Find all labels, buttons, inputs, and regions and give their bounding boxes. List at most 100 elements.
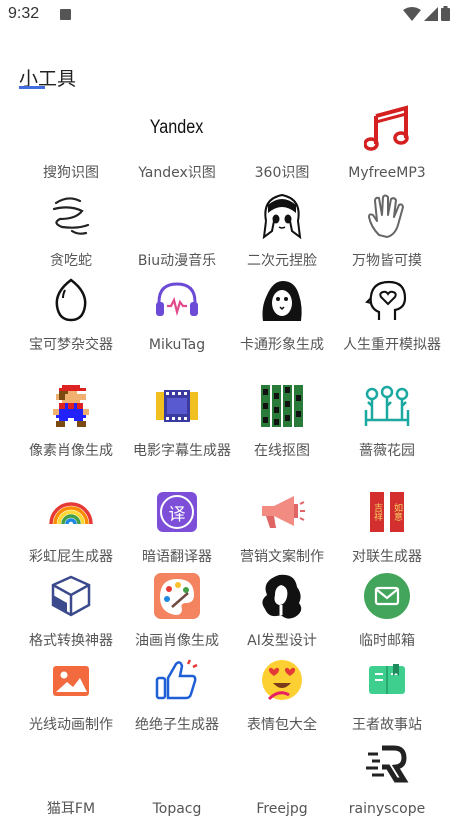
tool-topacg[interactable]: Topacg xyxy=(119,738,235,820)
tool-oil-painting[interactable]: 油画肖像生成 xyxy=(119,570,235,652)
pixel-mario-icon xyxy=(45,380,97,432)
topacg-icon xyxy=(151,738,203,790)
status-time: 9:32 xyxy=(8,5,40,22)
image-icon xyxy=(45,654,97,706)
couplet-icon: 吉祥 如意 xyxy=(361,486,413,538)
yandex-logo-text: Yandex xyxy=(150,117,204,138)
tool-maoer-fm[interactable]: 猫耳FM xyxy=(13,738,129,820)
tool-yandex[interactable]: Yandex Yandex识图 xyxy=(119,102,235,184)
tool-label: 卡通形象生成 xyxy=(240,337,324,353)
tool-label: 二次元捏脸 xyxy=(247,253,317,269)
rainyscope-icon xyxy=(361,738,413,790)
tool-rainbow[interactable]: 彩虹屁生成器 xyxy=(13,486,129,568)
tool-label: 油画肖像生成 xyxy=(135,633,219,649)
tool-label: 电影字幕生成器 xyxy=(133,443,231,459)
tool-cutout[interactable]: 在线抠图 xyxy=(224,380,340,462)
freejpg-icon xyxy=(256,738,308,790)
tool-secret-translate[interactable]: 译 暗语翻译器 xyxy=(119,486,235,568)
tool-label: 表情包大全 xyxy=(247,717,317,733)
thumbs-up-icon xyxy=(151,654,203,706)
tool-label: 蔷薇花园 xyxy=(359,443,415,459)
tool-king-story[interactable]: 王者故事站 xyxy=(329,654,445,736)
hairstyle-icon xyxy=(256,570,308,622)
tool-label: 贪吃蛇 xyxy=(50,253,92,269)
status-bar: 9:32 xyxy=(0,0,459,30)
tool-label: Biu动漫音乐 xyxy=(137,253,217,269)
tool-anime-face[interactable]: 二次元捏脸 xyxy=(224,190,340,272)
anime-music-icon xyxy=(151,190,203,242)
couplet-right: 如意 xyxy=(390,492,404,532)
title-underline xyxy=(19,86,45,89)
cartoon-ghost-icon xyxy=(256,274,308,326)
tool-sogou[interactable]: 搜狗识图 xyxy=(13,102,129,184)
tool-label: 王者故事站 xyxy=(352,717,422,733)
translate-glyph: 译 xyxy=(160,495,194,529)
tool-myfreemp3[interactable]: MyfreeMP3 xyxy=(329,102,445,184)
tool-mikutag[interactable]: MikuTag xyxy=(119,274,235,356)
tool-label: rainyscope xyxy=(348,801,426,817)
360-icon xyxy=(256,102,308,154)
translate-icon: 译 xyxy=(151,486,203,538)
cube-convert-icon xyxy=(45,570,97,622)
emoji-icon xyxy=(256,654,308,706)
tool-snake[interactable]: 贪吃蛇 xyxy=(13,190,129,272)
tool-360[interactable]: 360识图 xyxy=(224,102,340,184)
tool-label: AI发型设计 xyxy=(247,633,317,649)
tool-label: 临时邮箱 xyxy=(359,633,415,649)
wifi-icon xyxy=(403,6,421,21)
book-icon xyxy=(361,654,413,706)
tool-freejpg[interactable]: Freejpg xyxy=(224,738,340,820)
tool-label: 营销文案制作 xyxy=(240,549,324,565)
sogou-icon xyxy=(45,102,97,154)
tool-format-convert[interactable]: 格式转换神器 xyxy=(13,570,129,652)
section-header: 小工具 xyxy=(19,64,76,91)
signal-icon xyxy=(424,6,438,21)
tool-label: 人生重开模拟器 xyxy=(343,337,441,353)
tool-life-restart[interactable]: 人生重开模拟器 xyxy=(329,274,445,356)
tool-label: MyfreeMP3 xyxy=(348,165,426,181)
tool-couplet[interactable]: 吉祥 如意 对联生成器 xyxy=(329,486,445,568)
tool-label: 暗语翻译器 xyxy=(142,549,212,565)
hand-icon xyxy=(361,190,413,242)
tool-temp-mail[interactable]: 临时邮箱 xyxy=(329,570,445,652)
notification-a-icon xyxy=(60,9,71,20)
tool-label: 彩虹屁生成器 xyxy=(29,549,113,565)
tool-ai-hairstyle[interactable]: AI发型设计 xyxy=(224,570,340,652)
status-icons xyxy=(403,6,450,21)
tool-label: 猫耳FM xyxy=(46,801,96,817)
headphones-icon xyxy=(151,274,203,326)
tool-emoji[interactable]: 表情包大全 xyxy=(224,654,340,736)
yandex-logo: Yandex xyxy=(150,102,204,154)
tool-label: 搜狗识图 xyxy=(43,165,99,181)
tool-biu-music[interactable]: Biu动漫音乐 xyxy=(119,190,235,272)
garden-icon xyxy=(361,380,413,432)
film-strip-icon xyxy=(151,380,203,432)
tool-juejuezi[interactable]: 绝绝子生成器 xyxy=(119,654,235,736)
tool-pixel-portrait[interactable]: 像素肖像生成 xyxy=(13,380,129,462)
tool-label: 对联生成器 xyxy=(352,549,422,565)
tool-label: Freejpg xyxy=(256,801,308,817)
tool-label: MikuTag xyxy=(148,337,206,353)
palette-icon xyxy=(151,570,203,622)
rainbow-icon xyxy=(45,486,97,538)
tool-rainyscope[interactable]: rainyscope xyxy=(329,738,445,820)
tool-movie-subtitle[interactable]: 电影字幕生成器 xyxy=(119,380,235,462)
tool-rose-garden[interactable]: 蔷薇花园 xyxy=(329,380,445,462)
tool-label: 在线抠图 xyxy=(254,443,310,459)
mail-icon xyxy=(361,570,413,622)
anime-face-icon xyxy=(256,190,308,242)
tool-cartoon[interactable]: 卡通形象生成 xyxy=(224,274,340,356)
tool-pokemon[interactable]: 宝可梦杂交器 xyxy=(13,274,129,356)
tool-label: 万物皆可摸 xyxy=(352,253,422,269)
snake-icon xyxy=(45,190,97,242)
tool-label: 绝绝子生成器 xyxy=(135,717,219,733)
battery-icon xyxy=(441,6,450,21)
tool-label: Topacg xyxy=(152,801,202,817)
couplet-left: 吉祥 xyxy=(370,492,384,532)
tool-touch-all[interactable]: 万物皆可摸 xyxy=(329,190,445,272)
tool-light-animation[interactable]: 光线动画制作 xyxy=(13,654,129,736)
tool-marketing[interactable]: 营销文案制作 xyxy=(224,486,340,568)
megaphone-icon xyxy=(256,486,308,538)
tool-label: 格式转换神器 xyxy=(29,633,113,649)
tool-label: Yandex识图 xyxy=(138,165,216,181)
